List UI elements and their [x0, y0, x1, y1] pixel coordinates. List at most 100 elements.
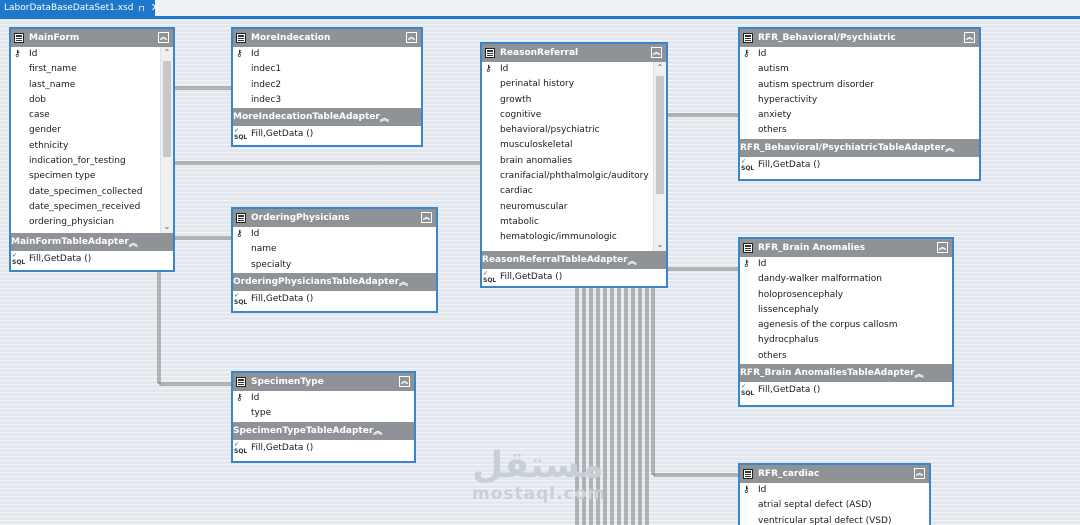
- table-moreindecation[interactable]: MoreIndecation ︽ ⚷ Id indec1 indec2 indec…: [231, 27, 423, 147]
- double-chevron-up-icon[interactable]: ︽: [399, 376, 410, 387]
- field-row[interactable]: brain anomalies: [482, 154, 666, 169]
- field-row[interactable]: specimen type: [11, 169, 173, 184]
- table-header[interactable]: RFR_cardiac ︽: [740, 465, 929, 483]
- scrollbar-thumb[interactable]: [163, 61, 171, 157]
- table-adapter-header[interactable]: MoreIndecationTableAdapter ︽: [233, 108, 421, 127]
- field-row[interactable]: musculoskeletal: [482, 138, 666, 153]
- adapter-method[interactable]: ✓ SQL Fill,GetData (): [233, 291, 436, 308]
- relation-line[interactable]: [157, 272, 232, 384]
- field-row[interactable]: date_specimen_collected: [11, 185, 173, 200]
- field-row[interactable]: ⚷ Id: [740, 257, 952, 272]
- field-row[interactable]: dandy-walker malformation: [740, 272, 952, 287]
- field-row[interactable]: cranifacial/phthalmolgic/auditory: [482, 169, 666, 184]
- double-chevron-up-icon[interactable]: ︽: [399, 275, 408, 288]
- table-header[interactable]: RFR_Behavioral/Psychiatric ︽: [740, 29, 979, 47]
- field-row[interactable]: case: [11, 108, 173, 123]
- double-chevron-up-icon[interactable]: ︽: [406, 32, 417, 43]
- field-row[interactable]: type: [233, 406, 414, 421]
- field-row[interactable]: perinatal history: [482, 77, 666, 92]
- table-header[interactable]: MainForm ︽: [11, 29, 173, 47]
- adapter-method[interactable]: ✓ SQL Fill,GetData (): [233, 440, 414, 457]
- field-row[interactable]: behavioral/psychiatric: [482, 123, 666, 138]
- field-row[interactable]: mtabolic: [482, 215, 666, 230]
- scrollbar[interactable]: ⌃ ⌄: [160, 47, 173, 233]
- field-row[interactable]: first_name: [11, 62, 173, 77]
- scroll-down-icon[interactable]: ⌄: [654, 239, 666, 251]
- adapter-method[interactable]: ✓ SQL Fill,GetData (): [740, 382, 952, 399]
- adapter-method[interactable]: ✓ SQL Fill,GetData (): [482, 269, 666, 286]
- field-row[interactable]: name: [233, 242, 436, 257]
- double-chevron-up-icon[interactable]: ︽: [651, 47, 662, 58]
- relation-line[interactable]: [651, 288, 740, 475]
- field-row[interactable]: hematologic/immunologic: [482, 230, 666, 245]
- table-header[interactable]: OrderingPhysicians ︽: [233, 209, 436, 227]
- scrollbar-thumb[interactable]: [656, 76, 664, 194]
- field-row[interactable]: ethnicity: [11, 139, 173, 154]
- field-row[interactable]: others: [740, 123, 979, 138]
- field-row[interactable]: date_specimen_received: [11, 200, 173, 215]
- table-orderingphysicians[interactable]: OrderingPhysicians ︽ ⚷ Id name specialty …: [231, 207, 438, 313]
- scroll-up-icon[interactable]: ⌃: [161, 47, 173, 59]
- field-row[interactable]: ⚷ Id: [740, 483, 929, 498]
- field-row[interactable]: indication_for_testing: [11, 154, 173, 169]
- field-row[interactable]: gender: [11, 123, 173, 138]
- double-chevron-up-icon[interactable]: ︽: [380, 111, 389, 124]
- scrollbar[interactable]: ⌃ ⌄: [653, 62, 666, 251]
- table-reasonreferral[interactable]: ReasonReferral ︽ ⚷ Id perinatal history g…: [480, 42, 668, 288]
- field-row[interactable]: autism spectrum disorder: [740, 78, 979, 93]
- field-row[interactable]: growth: [482, 93, 666, 108]
- field-row[interactable]: indec2: [233, 78, 421, 93]
- field-row[interactable]: ⚷ Id: [233, 47, 421, 62]
- field-row[interactable]: atrial septal defect (ASD): [740, 498, 929, 513]
- field-row[interactable]: others: [740, 349, 952, 364]
- field-row[interactable]: neuromuscular: [482, 200, 666, 215]
- field-row[interactable]: ordering_physician: [11, 215, 173, 230]
- table-rfr-brain-anomalies[interactable]: RFR_Brain Anomalies ︽ ⚷ Id dandy-walker m…: [738, 237, 954, 407]
- double-chevron-up-icon[interactable]: ︽: [915, 367, 924, 380]
- double-chevron-up-icon[interactable]: ︽: [914, 468, 925, 479]
- double-chevron-up-icon[interactable]: ︽: [373, 424, 382, 437]
- field-row[interactable]: hydrocphalus: [740, 333, 952, 348]
- table-adapter-header[interactable]: RFR_Brain AnomaliesTableAdapter ︽: [740, 364, 952, 383]
- field-row[interactable]: dob: [11, 93, 173, 108]
- table-header[interactable]: SpecimenType ︽: [233, 373, 414, 391]
- double-chevron-up-icon[interactable]: ︽: [945, 141, 954, 154]
- field-row[interactable]: ⚷ Id: [11, 47, 173, 62]
- table-header[interactable]: MoreIndecation ︽: [233, 29, 421, 47]
- table-adapter-header[interactable]: RFR_Behavioral/PsychiatricTableAdapter ︽: [740, 138, 979, 157]
- field-row[interactable]: cardiac: [482, 184, 666, 199]
- adapter-method[interactable]: ✓ SQL Fill,GetData (): [740, 157, 979, 174]
- field-row[interactable]: ⚷ Id: [233, 391, 414, 406]
- field-row[interactable]: holoprosencephaly: [740, 288, 952, 303]
- table-rfr-cardiac[interactable]: RFR_cardiac ︽ ⚷ Id atrial septal defect (…: [738, 463, 931, 525]
- field-row[interactable]: cognitive: [482, 108, 666, 123]
- adapter-method[interactable]: ✓ SQL Fill,GetData (): [11, 251, 173, 268]
- field-row[interactable]: hyperactivity: [740, 93, 979, 108]
- table-adapter-header[interactable]: SpecimenTypeTableAdapter ︽: [233, 421, 414, 440]
- table-adapter-header[interactable]: OrderingPhysiciansTableAdapter ︽: [233, 272, 436, 291]
- relation-line[interactable]: [159, 272, 232, 386]
- field-row[interactable]: ⚷ Id: [482, 62, 666, 77]
- table-specimentype[interactable]: SpecimenType ︽ ⚷ Id type SpecimenTypeTabl…: [231, 371, 416, 463]
- field-row[interactable]: ⚷ Id: [233, 227, 436, 242]
- double-chevron-up-icon[interactable]: ︽: [129, 236, 138, 249]
- double-chevron-up-icon[interactable]: ︽: [937, 242, 948, 253]
- table-header[interactable]: ReasonReferral ︽: [482, 44, 666, 62]
- field-row[interactable]: specialty: [233, 258, 436, 273]
- field-row[interactable]: ⚷ Id: [740, 47, 979, 62]
- table-adapter-header[interactable]: ReasonReferralTableAdapter ︽: [482, 251, 666, 269]
- field-row[interactable]: lissencephaly: [740, 303, 952, 318]
- double-chevron-up-icon[interactable]: ︽: [158, 32, 169, 43]
- table-adapter-header[interactable]: MainFormTableAdapter ︽: [11, 233, 173, 251]
- table-rfr-behavioral-psychiatric[interactable]: RFR_Behavioral/Psychiatric ︽ ⚷ Id autism …: [738, 27, 981, 181]
- field-row[interactable]: anxiety: [740, 108, 979, 123]
- scroll-up-icon[interactable]: ⌃: [654, 62, 666, 74]
- field-row[interactable]: indec1: [233, 62, 421, 77]
- relation-line[interactable]: [653, 288, 740, 477]
- adapter-method[interactable]: ✓ SQL Fill,GetData (): [233, 126, 421, 143]
- field-row[interactable]: last_name: [11, 78, 173, 93]
- field-row[interactable]: autism: [740, 62, 979, 77]
- table-header[interactable]: RFR_Brain Anomalies ︽: [740, 239, 952, 257]
- table-mainform[interactable]: MainForm ︽ ⚷ Id first_name last_name dob …: [9, 27, 175, 272]
- field-row[interactable]: agenesis of the corpus callosm: [740, 318, 952, 333]
